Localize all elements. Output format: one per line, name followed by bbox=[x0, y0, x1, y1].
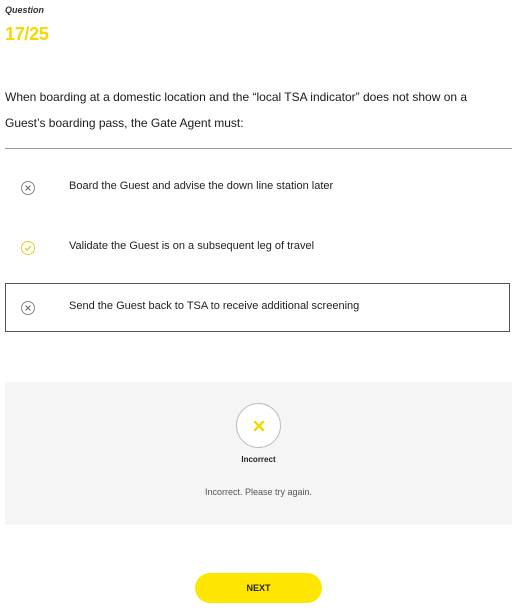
check-circle-icon bbox=[21, 241, 35, 255]
answer-option-label: Board the Guest and advise the down line… bbox=[69, 180, 334, 192]
question-label: Question bbox=[5, 5, 45, 15]
answer-option-label: Send the Guest back to TSA to receive ad… bbox=[69, 300, 360, 312]
x-icon bbox=[236, 403, 281, 448]
x-circle-icon bbox=[21, 301, 35, 315]
divider bbox=[5, 148, 512, 149]
x-circle-icon bbox=[21, 181, 35, 195]
answer-option-2[interactable]: Validate the Guest is on a subsequent le… bbox=[5, 223, 510, 272]
question-counter: 17/25 bbox=[5, 24, 49, 44]
question-text: When boarding at a domestic location and… bbox=[5, 90, 468, 130]
feedback-panel: Incorrect Incorrect. Please try again. bbox=[5, 382, 512, 525]
answer-option-1[interactable]: Board the Guest and advise the down line… bbox=[5, 163, 510, 212]
feedback-message: Incorrect. Please try again. bbox=[204, 487, 313, 497]
next-button[interactable]: NEXT bbox=[195, 573, 322, 603]
feedback-title: Incorrect bbox=[241, 455, 276, 464]
answer-option-label: Validate the Guest is on a subsequent le… bbox=[69, 240, 315, 252]
answer-option-3[interactable]: Send the Guest back to TSA to receive ad… bbox=[5, 283, 510, 332]
